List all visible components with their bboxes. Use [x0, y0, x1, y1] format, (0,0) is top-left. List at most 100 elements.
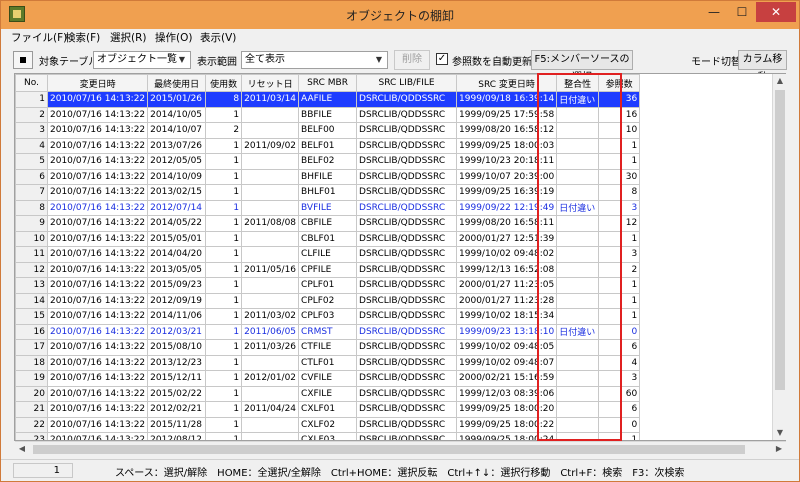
menu-file[interactable]: ファイル(F)	[11, 30, 67, 45]
cell-lib: DSRCLIB/QDDSSRC	[356, 277, 458, 294]
cell-reset	[241, 153, 300, 170]
cell-mod: 2010/07/16 14:13:22	[46, 370, 149, 387]
scroll-left-icon[interactable]: ◀	[15, 442, 29, 456]
cell-uses: 1	[205, 246, 243, 263]
header-col-reset-date[interactable]: リセット日	[241, 74, 300, 92]
cell-lib: DSRCLIB/QDDSSRC	[356, 215, 458, 232]
display-range-select[interactable]: 全て表示 ▼	[241, 51, 388, 69]
cell-last: 2012/09/19	[147, 292, 207, 309]
vertical-scroll-thumb[interactable]	[775, 90, 785, 390]
scroll-up-icon[interactable]: ▲	[773, 74, 787, 88]
header-col-use-count[interactable]: 使用数	[205, 74, 243, 92]
header-col-last-used[interactable]: 最終使用日	[147, 74, 207, 92]
cell-uses: 1	[205, 277, 243, 294]
scroll-right-icon[interactable]: ▶	[772, 442, 786, 456]
cell-mod: 2010/07/16 14:13:22	[46, 416, 149, 433]
column-move-button[interactable]: カラム移動	[738, 50, 787, 83]
cell-uses: 2	[205, 122, 243, 139]
cell-reset: 2011/05/16	[241, 261, 300, 278]
cell-no: 8	[15, 199, 48, 216]
header-col-no[interactable]: No.	[15, 74, 48, 92]
cell-uses: 1	[205, 153, 243, 170]
menu-operation[interactable]: 操作(O)	[155, 30, 192, 45]
cell-last: 2013/07/26	[147, 137, 207, 154]
cell-lib: DSRCLIB/QDDSSRC	[356, 308, 458, 325]
cell-uses: 1	[205, 308, 243, 325]
cell-mbr: CXLF02	[298, 416, 358, 433]
delete-button[interactable]: 削除	[394, 50, 430, 70]
cell-no: 1	[15, 91, 48, 108]
mode-switch-button[interactable]: モード切替	[691, 53, 741, 68]
cell-no: 14	[15, 292, 48, 309]
cell-no: 11	[15, 246, 48, 263]
cell-mbr: BBFILE	[298, 106, 358, 123]
cell-last: 2014/10/07	[147, 122, 207, 139]
cell-reset: 2011/04/24	[241, 401, 300, 418]
cell-no: 5	[15, 153, 48, 170]
cell-reset: 2011/06/05	[241, 323, 300, 340]
cell-mod: 2010/07/16 14:13:22	[46, 199, 149, 216]
cell-reset	[241, 354, 300, 371]
header-col-src-lib[interactable]: SRC LIB/FILE	[356, 74, 458, 92]
scroll-down-icon[interactable]: ▼	[773, 426, 787, 440]
target-table-value: オブジェクト一覧	[97, 54, 177, 65]
cell-mod: 2010/07/16 14:13:22	[46, 308, 149, 325]
cell-last: 2013/05/05	[147, 261, 207, 278]
header-col-modified[interactable]: 変更日時	[46, 74, 149, 92]
cell-lib: DSRCLIB/QDDSSRC	[356, 323, 458, 340]
cell-reset: 2011/03/02	[241, 308, 300, 325]
target-table-label: 対象テーブル	[39, 57, 99, 68]
header-col-src-mbr[interactable]: SRC MBR	[298, 74, 358, 92]
horizontal-scrollbar[interactable]: ◀ ▶	[15, 441, 786, 455]
cell-mod: 2010/07/16 14:13:22	[46, 339, 149, 356]
maximize-button[interactable]: ☐	[729, 2, 755, 22]
cell-lib: DSRCLIB/QDDSSRC	[356, 261, 458, 278]
cell-mbr: CBFILE	[298, 215, 358, 232]
cell-last: 2012/08/12	[147, 432, 207, 440]
cell-mbr: CXLF03	[298, 432, 358, 440]
check-icon: ✓	[437, 53, 447, 64]
cell-reset	[241, 184, 300, 201]
vertical-scrollbar[interactable]: ▲ ▼	[772, 74, 786, 440]
cell-uses: 8	[205, 91, 243, 108]
cell-last: 2012/05/05	[147, 153, 207, 170]
cell-mod: 2010/07/16 14:13:22	[46, 277, 149, 294]
cell-last: 2014/05/22	[147, 215, 207, 232]
cell-reset: 2011/09/02	[241, 137, 300, 154]
cell-mbr: BELF00	[298, 122, 358, 139]
stop-button[interactable]	[13, 51, 33, 69]
cell-uses: 1	[205, 416, 243, 433]
cell-no: 23	[15, 432, 48, 440]
minimize-button[interactable]: —	[701, 2, 727, 22]
cell-reset	[241, 432, 300, 440]
close-button[interactable]: ✕	[756, 2, 796, 22]
cell-mbr: CPFILE	[298, 261, 358, 278]
cell-last: 2015/11/28	[147, 416, 207, 433]
cell-uses: 1	[205, 215, 243, 232]
cell-reset	[241, 416, 300, 433]
highlight-box	[537, 73, 622, 441]
cell-uses: 1	[205, 137, 243, 154]
app-window: オブジェクトの棚卸 — ☐ ✕ ファイル(F) 検索(F) 選択(R) 操作(O…	[0, 0, 800, 482]
cell-no: 6	[15, 168, 48, 185]
cell-mod: 2010/07/16 14:13:22	[46, 184, 149, 201]
cell-reset: 2011/03/26	[241, 339, 300, 356]
cell-uses: 1	[205, 323, 243, 340]
cell-last: 2015/02/22	[147, 385, 207, 402]
menu-search[interactable]: 検索(F)	[65, 30, 100, 45]
auto-update-label: 参照数を自動更新	[452, 57, 532, 68]
cell-mbr: CXFILE	[298, 385, 358, 402]
cell-uses: 1	[205, 106, 243, 123]
target-table-select[interactable]: オブジェクト一覧 ▼	[93, 51, 191, 69]
menu-select[interactable]: 選択(R)	[110, 30, 147, 45]
horizontal-scroll-thumb[interactable]	[33, 445, 745, 454]
cell-mod: 2010/07/16 14:13:22	[46, 137, 149, 154]
auto-update-checkbox[interactable]: ✓	[436, 53, 448, 65]
cell-last: 2014/04/20	[147, 246, 207, 263]
f5-source-select-button[interactable]: F5:メンバーソースの選択	[531, 50, 633, 83]
cell-uses: 1	[205, 292, 243, 309]
cell-mod: 2010/07/16 14:13:22	[46, 323, 149, 340]
cell-last: 2012/07/14	[147, 199, 207, 216]
cell-lib: DSRCLIB/QDDSSRC	[356, 137, 458, 154]
menu-view[interactable]: 表示(V)	[200, 30, 236, 45]
